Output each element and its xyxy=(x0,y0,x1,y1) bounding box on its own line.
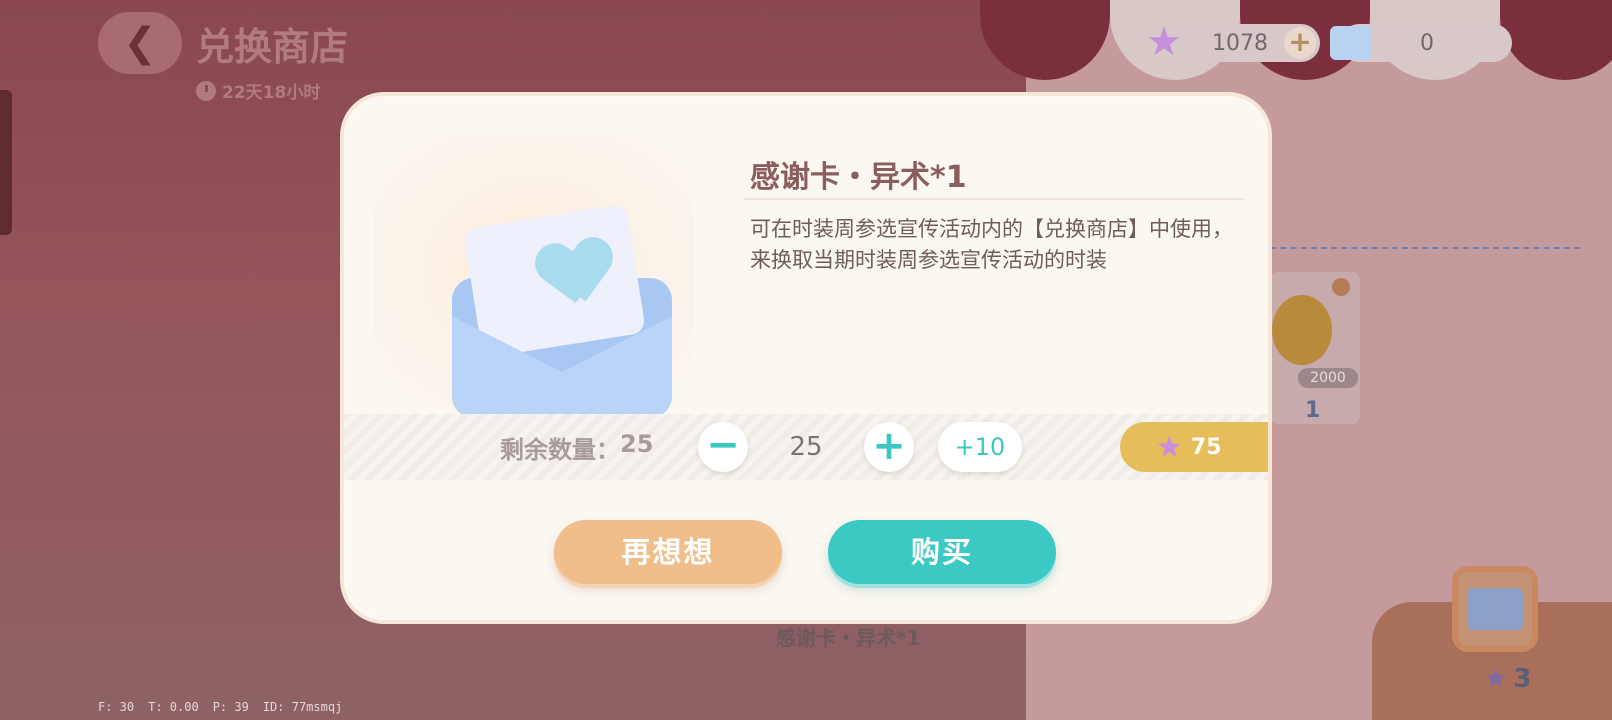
card-currency: 0 xyxy=(1330,24,1512,62)
back-button[interactable]: ❮ xyxy=(98,12,182,74)
remaining-quantity: 剩余数量： 25 xyxy=(500,430,653,465)
debug-p: P: 39 xyxy=(212,700,249,714)
quantity-value: 25 xyxy=(789,432,823,462)
item-art xyxy=(374,136,694,418)
plus-icon: + xyxy=(872,423,906,469)
divider xyxy=(744,198,1244,200)
bottom-item-count: ★ 3 xyxy=(1484,664,1531,694)
remaining-value: 25 xyxy=(620,430,654,458)
shop-item-label: 感谢卡・异术*1 xyxy=(776,626,921,650)
clock-badge-icon xyxy=(1332,278,1350,296)
star-icon: ★ xyxy=(1146,19,1182,65)
minus-icon: − xyxy=(706,422,740,468)
buy-button[interactable]: 购买 xyxy=(828,520,1056,584)
card-currency-value: 0 xyxy=(1420,31,1434,56)
heart-icon xyxy=(537,237,617,317)
add-ten-button[interactable]: +10 xyxy=(938,422,1022,472)
event-timer: 22天18小时 xyxy=(196,78,320,103)
item-name: 感谢卡・异术*1 xyxy=(750,160,967,195)
debug-fps: F: 30 xyxy=(98,700,135,714)
bottom-count-value: 3 xyxy=(1513,664,1532,694)
clock-icon xyxy=(196,80,216,101)
envelope-card-icon xyxy=(1467,588,1523,630)
star-currency: ★ 1078 + xyxy=(1146,20,1320,64)
envelope-card-icon xyxy=(452,203,672,418)
star-icon: ★ xyxy=(1484,664,1508,694)
debug-id: ID: 77msmqj xyxy=(262,700,343,714)
cancel-button[interactable]: 再想想 xyxy=(554,520,782,584)
star-currency-value: 1078 xyxy=(1212,31,1268,56)
price-amount: 75 xyxy=(1190,434,1222,460)
debug-time: T: 0.00 xyxy=(148,700,199,714)
purchase-dialog: 感谢卡・异术*1 可在时装周参选宣传活动内的【兑换商店】中使用，来换取当期时装周… xyxy=(340,92,1272,624)
shop-item-count: 1 xyxy=(1305,398,1321,423)
coin-icon xyxy=(1272,295,1332,365)
star-icon: ★ xyxy=(1156,429,1183,465)
price-tag: ★ 75 xyxy=(1120,422,1268,472)
timer-text: 22天18小时 xyxy=(222,83,321,103)
increase-quantity-button[interactable]: + xyxy=(864,422,914,472)
side-tab[interactable] xyxy=(0,90,12,235)
page-title: 兑换商店 xyxy=(196,25,349,69)
decrease-quantity-button[interactable]: − xyxy=(698,422,748,472)
item-description: 可在时装周参选宣传活动内的【兑换商店】中使用，来换取当期时装周参选宣传活动的时装 xyxy=(750,217,1233,272)
remaining-label: 剩余数量： xyxy=(500,436,620,464)
bottom-item-slot[interactable] xyxy=(1452,566,1538,652)
dashed-divider xyxy=(1240,247,1580,249)
back-arrow-icon: ❮ xyxy=(123,20,157,66)
shop-item-price: 2000 xyxy=(1298,368,1358,388)
debug-overlay: F: 30 T: 0.00 P: 39 ID: 77msmqj xyxy=(98,700,342,714)
add-stars-button[interactable]: + xyxy=(1284,27,1316,59)
envelope-card-icon xyxy=(1330,26,1372,60)
